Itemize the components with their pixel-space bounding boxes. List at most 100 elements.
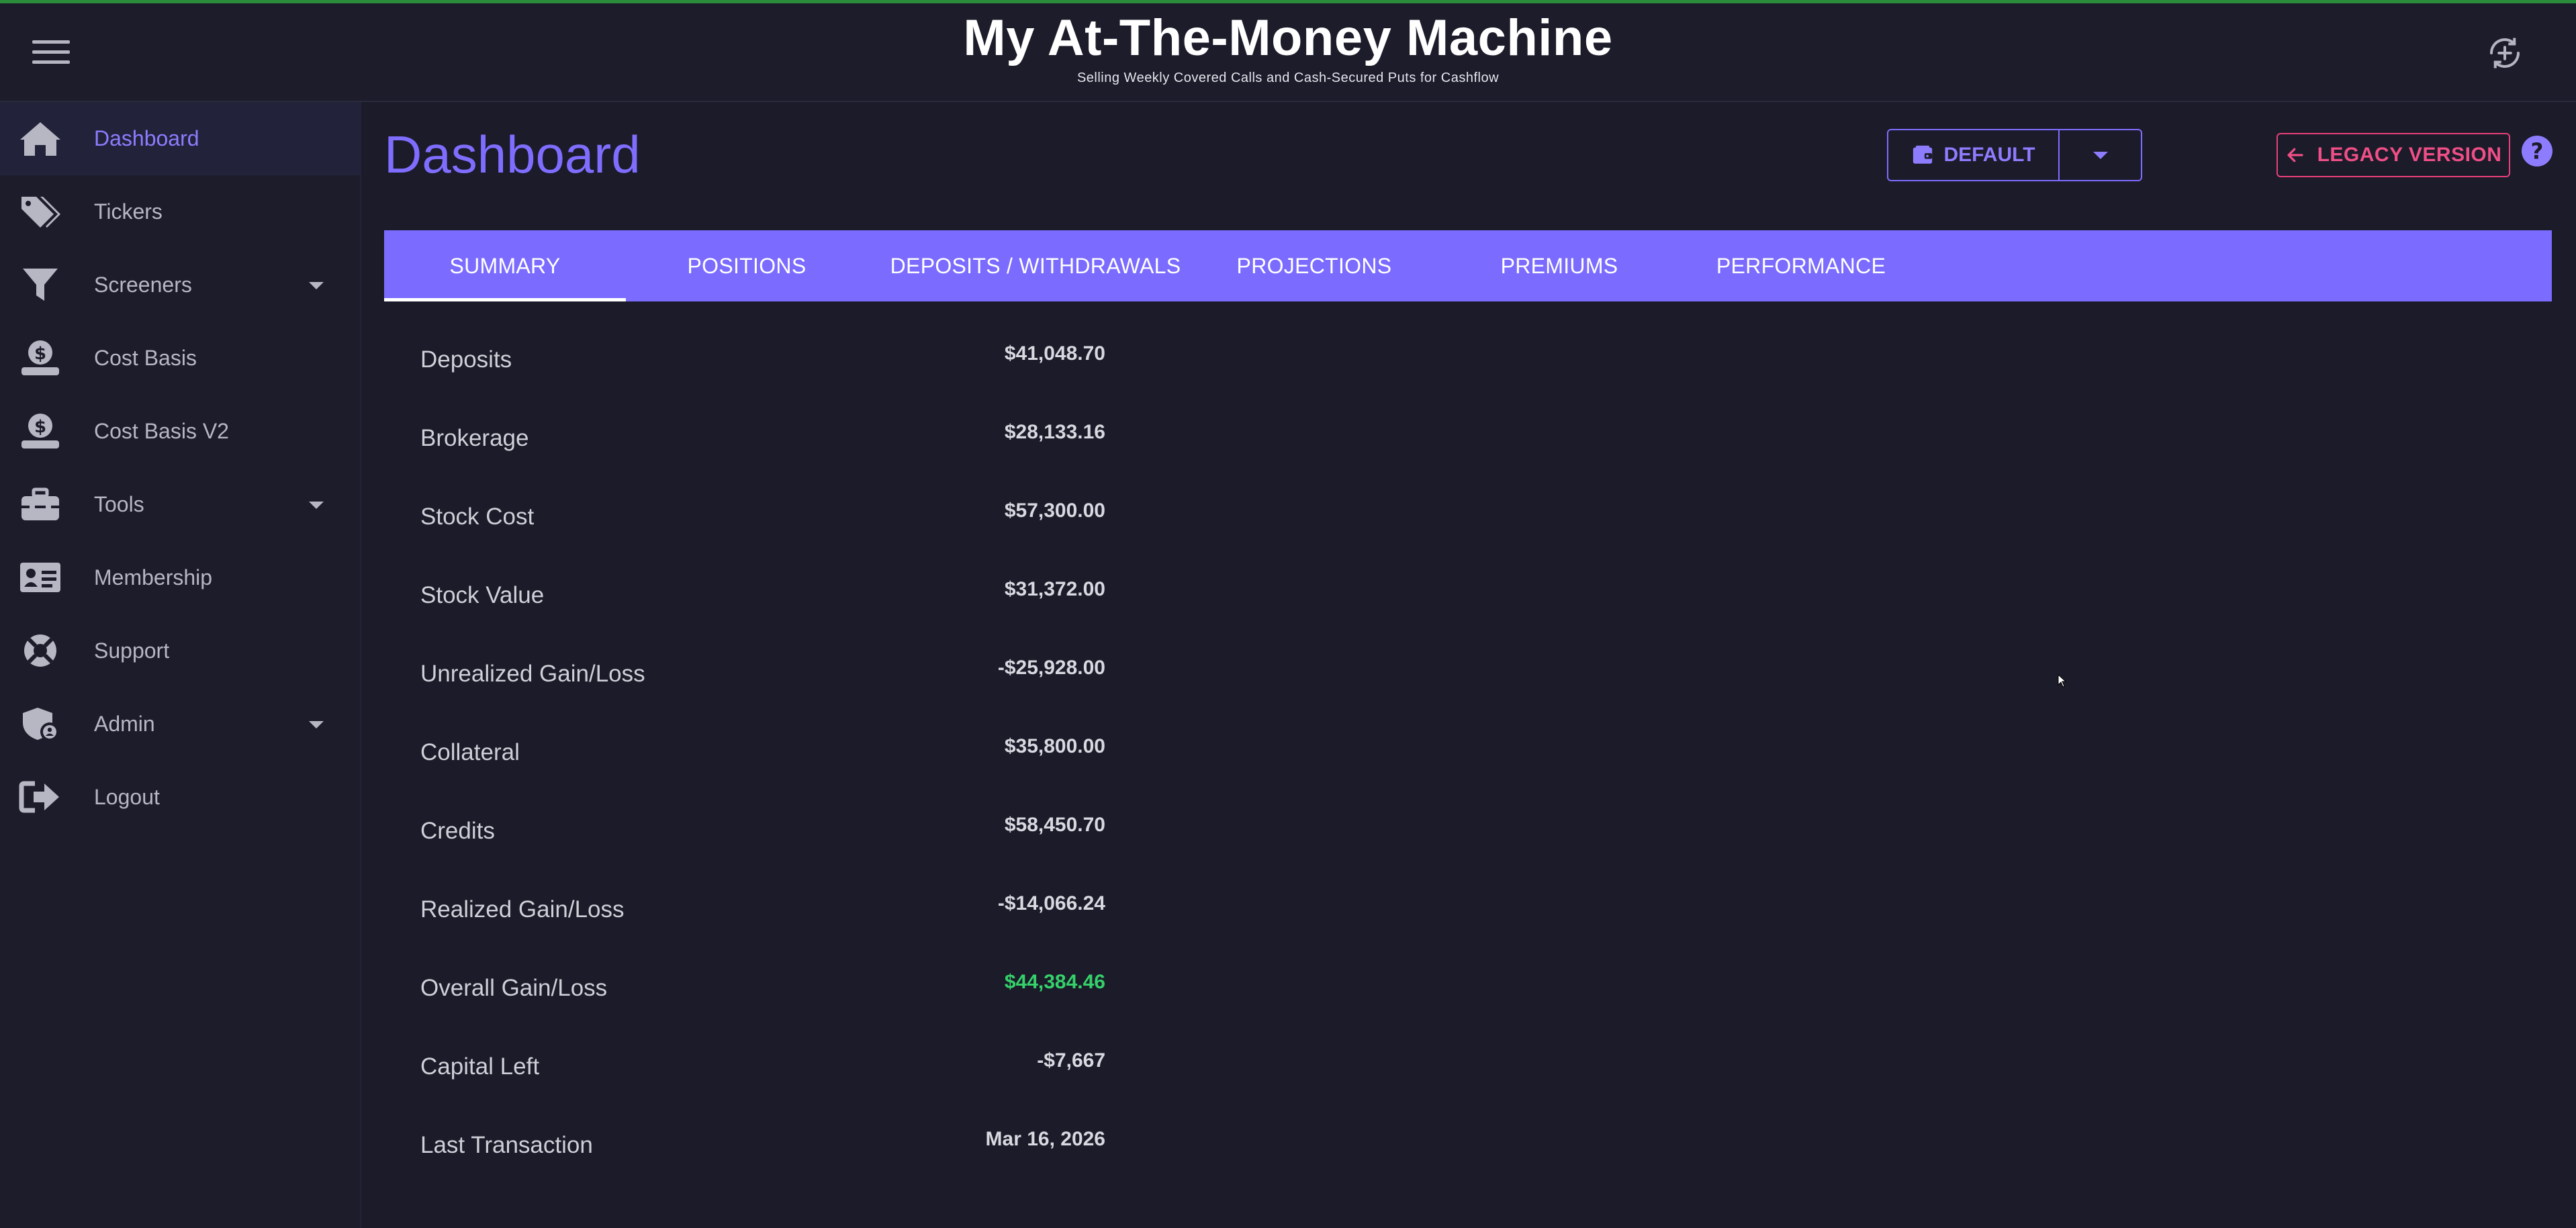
sidebar-item-cost-basis-v2[interactable]: $ Cost Basis V2 — [0, 395, 360, 468]
summary-label: Last Transaction — [420, 1132, 593, 1158]
summary-label: Credits — [420, 818, 495, 844]
tab-label: POSITIONS — [687, 253, 807, 278]
mouse-cursor-icon — [2058, 674, 2067, 688]
svg-text:$: $ — [34, 344, 46, 364]
home-icon — [20, 122, 60, 156]
tab-premiums[interactable]: PREMIUMS — [1438, 230, 1680, 301]
sidebar-item-label: Tickers — [94, 199, 163, 224]
summary-row: Deposits $41,048.70 — [420, 326, 1105, 405]
sidebar-item-label: Support — [94, 639, 170, 663]
app-subtitle: Selling Weekly Covered Calls and Cash-Se… — [1076, 70, 1500, 85]
tab-label: PREMIUMS — [1500, 253, 1618, 278]
sidebar-item-label: Dashboard — [94, 126, 199, 150]
sidebar-item-cost-basis[interactable]: $ Cost Basis — [0, 322, 360, 395]
tab-performance[interactable]: PERFORMANCE — [1680, 230, 1922, 301]
summary-row: Capital Left -$7,667 — [420, 1033, 1105, 1112]
summary-row: Unrealized Gain/Loss -$25,928.00 — [420, 641, 1105, 719]
chevron-down-icon — [309, 282, 324, 289]
sidebar-item-label: Tools — [94, 492, 144, 516]
arrow-left-icon — [2287, 148, 2303, 162]
svg-text:$: $ — [34, 417, 46, 437]
toolbox-icon — [21, 487, 59, 520]
tags-icon — [21, 197, 60, 228]
summary-value: $58,450.70 — [1004, 814, 1105, 836]
summary-label: Overall Gain/Loss — [420, 975, 608, 1001]
summary-value: $35,800.00 — [1004, 735, 1105, 757]
summary-label: Capital Left — [420, 1053, 540, 1080]
id-card-icon — [20, 563, 60, 592]
summary-value: $28,133.16 — [1004, 421, 1105, 443]
summary-label: Deposits — [420, 346, 512, 373]
summary-label: Brokerage — [420, 425, 529, 451]
summary-label: Realized Gain/Loss — [420, 896, 625, 923]
sidebar: Dashboard Tickers Screeners $ Cost Basis… — [0, 102, 361, 1228]
summary-label: Unrealized Gain/Loss — [420, 661, 645, 687]
summary-value: $44,384.46 — [1004, 971, 1105, 993]
page-title: Dashboard — [384, 125, 641, 184]
summary-value: $57,300.00 — [1004, 500, 1105, 522]
sign-out-icon — [19, 781, 59, 813]
sidebar-item-tickers[interactable]: Tickers — [0, 175, 360, 248]
summary-value: Mar 16, 2026 — [985, 1128, 1105, 1150]
summary-label: Stock Value — [420, 582, 545, 608]
portfolio-button[interactable]: DEFAULT — [1888, 130, 2060, 180]
shield-user-icon — [23, 708, 59, 741]
tab-bar: SUMMARY POSITIONS DEPOSITS / WITHDRAWALS… — [384, 230, 2552, 301]
app-header: My At-The-Money Machine Selling Weekly C… — [0, 3, 2576, 102]
chevron-down-icon — [309, 721, 324, 728]
sidebar-item-tools[interactable]: Tools — [0, 468, 360, 541]
summary-value: -$7,667 — [1037, 1049, 1105, 1072]
sidebar-item-membership[interactable]: Membership — [0, 541, 360, 614]
tab-deposits-withdrawals[interactable]: DEPOSITS / WITHDRAWALS — [868, 230, 1203, 301]
svg-text:?: ? — [2531, 139, 2544, 164]
wallet-icon — [1913, 145, 1933, 164]
summary-row: Collateral $35,800.00 — [420, 719, 1105, 798]
tab-label: PERFORMANCE — [1716, 253, 1886, 278]
portfolio-dropdown-button[interactable] — [2060, 130, 2141, 180]
sidebar-item-label: Membership — [94, 565, 213, 589]
summary-label: Stock Cost — [420, 504, 535, 530]
portfolio-button-label: DEFAULT — [1943, 144, 2035, 166]
help-icon[interactable]: ? — [2522, 136, 2552, 167]
legacy-version-button[interactable]: LEGACY VERSION — [2276, 133, 2510, 177]
summary-row: Last Transaction Mar 16, 2026 — [420, 1112, 1105, 1190]
summary-row: Stock Cost $57,300.00 — [420, 483, 1105, 562]
portfolio-selector: DEFAULT — [1887, 129, 2142, 181]
filter-icon — [23, 269, 58, 301]
tab-label: DEPOSITS / WITHDRAWALS — [890, 253, 1181, 278]
sidebar-item-dashboard[interactable]: Dashboard — [0, 102, 360, 175]
sidebar-item-label: Logout — [94, 785, 160, 809]
summary-row: Stock Value $31,372.00 — [420, 562, 1105, 641]
sidebar-item-admin[interactable]: Admin — [0, 688, 360, 761]
summary-row: Brokerage $28,133.16 — [420, 405, 1105, 483]
summary-value: -$25,928.00 — [997, 657, 1105, 679]
sync-icon[interactable] — [2485, 33, 2525, 73]
sidebar-item-logout[interactable]: Logout — [0, 761, 360, 834]
chevron-down-icon — [309, 502, 324, 509]
summary-value: -$14,066.24 — [997, 892, 1105, 914]
tab-positions[interactable]: POSITIONS — [626, 230, 868, 301]
summary-table: Deposits $41,048.70 Brokerage $28,133.16… — [420, 326, 1105, 1190]
summary-label: Collateral — [420, 739, 520, 765]
sidebar-item-label: Cost Basis V2 — [94, 419, 229, 443]
summary-value: $41,048.70 — [1004, 342, 1105, 365]
sidebar-item-screeners[interactable]: Screeners — [0, 248, 360, 322]
tab-label: SUMMARY — [449, 253, 561, 278]
tab-projections[interactable]: PROJECTIONS — [1197, 230, 1432, 301]
life-ring-icon — [24, 634, 56, 667]
summary-row: Overall Gain/Loss $44,384.46 — [420, 955, 1105, 1033]
money-hand-icon: $ — [21, 340, 59, 375]
summary-row: Realized Gain/Loss -$14,066.24 — [420, 876, 1105, 955]
tab-label: PROJECTIONS — [1236, 253, 1392, 278]
legacy-version-label: LEGACY VERSION — [2317, 144, 2502, 166]
app-title: My At-The-Money Machine — [963, 9, 1613, 66]
sidebar-item-support[interactable]: Support — [0, 614, 360, 688]
sidebar-item-label: Screeners — [94, 273, 192, 297]
sidebar-item-label: Admin — [94, 712, 155, 736]
caret-down-icon — [2092, 151, 2108, 159]
summary-row: Credits $58,450.70 — [420, 798, 1105, 876]
summary-value: $31,372.00 — [1004, 578, 1105, 600]
sidebar-item-label: Cost Basis — [94, 346, 197, 370]
money-hand-icon: $ — [21, 414, 59, 448]
tab-summary[interactable]: SUMMARY — [384, 230, 626, 301]
